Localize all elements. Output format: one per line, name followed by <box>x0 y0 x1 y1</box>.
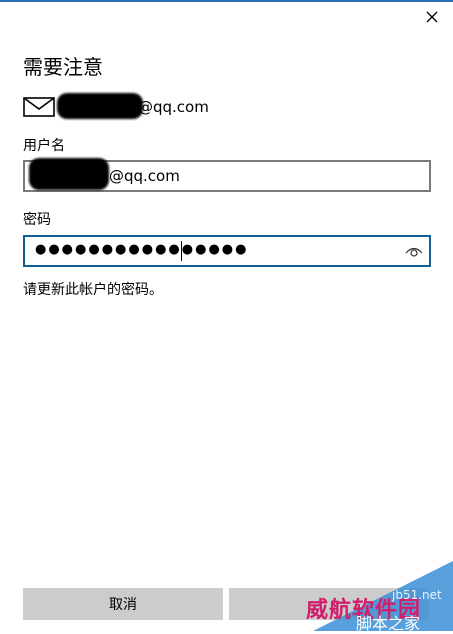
password-field[interactable]: ●●●●●●●●●●●●●●●● <box>23 235 431 267</box>
close-button[interactable] <box>418 6 446 28</box>
redacted-username-mark <box>29 158 109 190</box>
account-email: @qq.com <box>138 98 209 116</box>
window-top-border <box>0 0 453 2</box>
watermark-text-2: 脚本之家 <box>356 614 421 633</box>
eye-icon[interactable] <box>405 244 423 258</box>
account-row: @qq.com <box>23 93 283 121</box>
cancel-button[interactable]: 取消 <box>23 588 223 620</box>
mail-icon <box>23 97 55 117</box>
close-icon <box>426 11 438 23</box>
username-field[interactable]: @qq.com <box>23 158 431 192</box>
update-password-message: 请更新此帐户的密码。 <box>23 282 163 298</box>
password-label: 密码 <box>23 212 51 228</box>
username-label: 用户名 <box>23 138 65 154</box>
dialog-title: 需要注意 <box>23 55 103 79</box>
text-caret <box>181 241 182 261</box>
username-value: @qq.com <box>109 167 180 185</box>
watermark-text-3: jb51.net <box>392 588 442 602</box>
password-value: ●●●●●●●●●●●●●●●● <box>35 242 249 257</box>
redacted-email-mark <box>57 93 143 119</box>
